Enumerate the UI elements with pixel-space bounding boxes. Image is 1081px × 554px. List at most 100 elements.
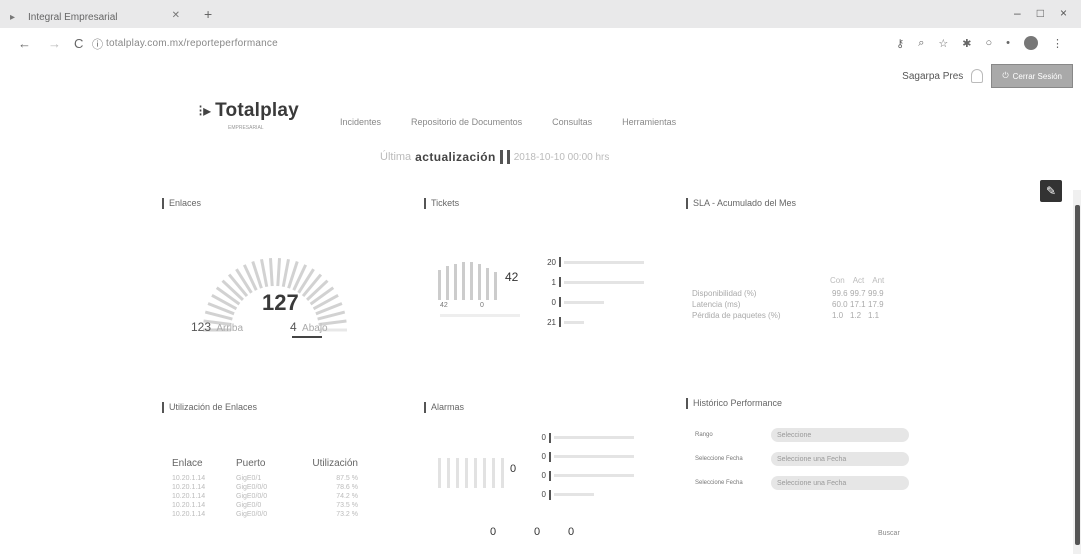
logo-mark-icon: ⁝▸ <box>198 103 212 120</box>
logo[interactable]: ⁝▸ Totalplay <box>198 100 299 122</box>
gauge-tick <box>215 286 241 306</box>
column-header[interactable]: Utilización <box>308 458 358 469</box>
new-tab-button[interactable]: + <box>204 6 212 22</box>
zoom-icon[interactable]: ⌕ <box>918 37 924 50</box>
alarmas-row-value: 0 <box>541 471 546 480</box>
cell: 87.5 % <box>336 475 358 482</box>
tickets-title: Tickets <box>424 198 459 209</box>
alarmas-row[interactable]: 0 <box>540 447 634 466</box>
tickets-row-value: 1 <box>551 277 556 287</box>
enlaces-down-label: Abajo <box>302 323 328 334</box>
gauge-tick <box>221 279 244 301</box>
profile-avatar-icon[interactable] <box>1024 36 1038 50</box>
sla-row: Disponibilidad (%) 99.6 99.7 99.9 <box>692 288 886 299</box>
alarm-bar <box>492 458 495 488</box>
alarmas-row[interactable]: 0 <box>540 428 634 447</box>
favicon-icon: ▸ <box>10 12 16 23</box>
circle-icon[interactable]: ○ <box>985 37 992 49</box>
tickets-row[interactable]: 0 <box>542 292 644 312</box>
column-header[interactable]: Puerto <box>236 458 308 469</box>
sla-row: Latencia (ms) 60.0 17.1 17.9 <box>692 299 886 310</box>
enlaces-up-label: Arriba <box>216 323 244 334</box>
alarmas-row-value: 0 <box>541 490 546 499</box>
divider <box>499 150 503 164</box>
row-label-placeholder <box>554 455 634 458</box>
logo-subtitle: EMPRESARIAL <box>228 125 264 131</box>
table-row[interactable]: 10.20.1.14 GigE0/1 87.5 % <box>172 475 358 484</box>
column-header[interactable]: Enlace <box>172 458 236 469</box>
close-window-button[interactable]: × <box>1060 6 1067 20</box>
browser-tab[interactable]: ▸ Integral Empresarial ✕ <box>10 6 180 28</box>
window-controls: – □ × <box>1014 6 1067 20</box>
alarmas-row[interactable]: 0 <box>540 485 634 504</box>
sla-row-label: Disponibilidad (%) <box>692 289 757 298</box>
alarm-bar <box>465 458 468 488</box>
ticket-bar <box>454 264 457 300</box>
enlaces-up-value: 123 <box>191 320 212 334</box>
end-date-select[interactable]: Seleccione una Fecha <box>771 476 909 490</box>
url-field[interactable]: totalplay.com.mx/reporteperformance <box>106 38 278 49</box>
historico-form: Rango Seleccione Seleccione Fecha Selecc… <box>695 428 909 500</box>
forward-icon[interactable]: → <box>48 36 61 51</box>
power-icon: ⏻ <box>1002 71 1009 80</box>
minimize-button[interactable]: – <box>1014 6 1021 20</box>
start-date-select[interactable]: Seleccione una Fecha <box>771 452 909 466</box>
cell: 10.20.1.14 <box>172 484 206 491</box>
sla-cell: 99.9 <box>868 289 884 298</box>
row-label-placeholder <box>554 436 634 439</box>
user-box: Sagarpa Pres ⏻ Cerrar Sesión <box>902 64 1073 88</box>
range-select[interactable]: Seleccione <box>771 428 909 442</box>
tickets-row[interactable]: 20 <box>542 252 644 272</box>
back-icon[interactable]: ← <box>18 36 31 51</box>
alarmas-bars <box>438 458 504 488</box>
cell: 78.6 % <box>336 484 358 491</box>
alarmas-bottom-value: 0 <box>568 526 575 538</box>
alarm-bar <box>501 458 504 488</box>
tickets-list: 20 1 0 21 <box>542 252 644 332</box>
cell: 74.2 % <box>336 493 358 500</box>
maximize-button[interactable]: □ <box>1037 6 1044 20</box>
nav-item-herramientas[interactable]: Herramientas <box>622 117 676 127</box>
tickets-total: 42 <box>505 270 519 284</box>
tickets-sub-left: 42 <box>440 302 448 309</box>
row-label-placeholder <box>554 493 594 496</box>
nav-item-incidentes[interactable]: Incidentes <box>340 117 381 127</box>
cell: GigE0/0 <box>236 502 262 509</box>
sla-cell: 60.0 <box>832 300 848 309</box>
table-row[interactable]: 10.20.1.14 GigE0/0 73.5 % <box>172 502 358 511</box>
cell: GigE0/0/0 <box>236 484 268 491</box>
menu-dots-icon[interactable]: ⋮ <box>1052 37 1063 50</box>
tickets-row[interactable]: 21 <box>542 312 644 332</box>
close-tab-icon[interactable]: ✕ <box>172 10 180 21</box>
tickets-bars <box>438 262 497 300</box>
row-marker <box>559 257 561 267</box>
user-name: Sagarpa Pres <box>902 70 964 82</box>
dot-icon[interactable]: • <box>1006 37 1010 49</box>
sla-header: Con Act Ant <box>830 276 886 285</box>
scrollbar-thumb[interactable] <box>1075 205 1080 545</box>
table-row[interactable]: 10.20.1.14 GigE0/0/0 73.2 % <box>172 511 358 520</box>
table-row[interactable]: 10.20.1.14 GigE0/0/0 74.2 % <box>172 493 358 502</box>
gauge-tick <box>268 258 274 287</box>
start-date-label: Seleccione Fecha <box>695 455 743 462</box>
tickets-row[interactable]: 1 <box>542 272 644 292</box>
cell: GigE0/1 <box>236 475 262 482</box>
extension-icon[interactable]: ✱ <box>962 37 971 50</box>
search-button[interactable]: Buscar <box>878 530 900 537</box>
site-info-icon[interactable]: ⓘ <box>92 36 103 52</box>
gauge-tick <box>276 258 282 287</box>
alarmas-bottom-value: 0 <box>534 526 541 538</box>
table-row[interactable]: 10.20.1.14 GigE0/0/0 78.6 % <box>172 484 358 493</box>
nav-item-repositorio[interactable]: Repositorio de Documentos <box>411 117 522 127</box>
nav-item-consultas[interactable]: Consultas <box>552 117 592 127</box>
key-icon[interactable]: ⚷ <box>896 37 904 50</box>
sla-row-label: Latencia (ms) <box>692 300 741 309</box>
logout-button[interactable]: ⏻ Cerrar Sesión <box>991 64 1073 88</box>
gauge-tick <box>260 258 269 288</box>
edit-icon[interactable]: ✎ <box>1040 180 1062 202</box>
reload-icon[interactable]: C <box>74 36 83 51</box>
star-icon[interactable]: ☆ <box>938 37 948 50</box>
last-update-date: 2018-10-10 00:00 hrs <box>513 151 610 163</box>
cell: 10.20.1.14 <box>172 511 206 518</box>
alarmas-row[interactable]: 0 <box>540 466 634 485</box>
